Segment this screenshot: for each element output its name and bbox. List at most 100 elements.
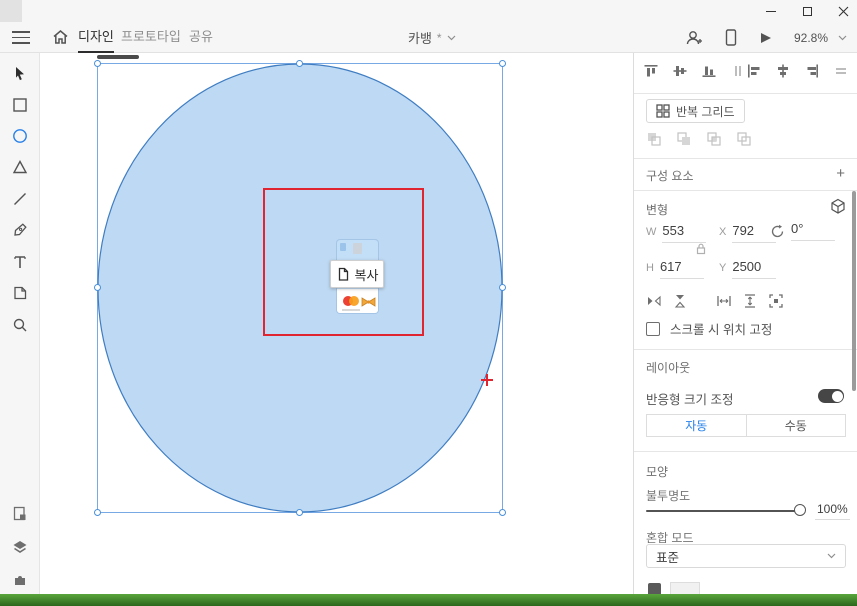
lock-aspect-ratio-button[interactable] bbox=[696, 243, 706, 255]
opacity-slider-track[interactable] bbox=[646, 510, 798, 512]
boolean-add-button[interactable] bbox=[646, 131, 663, 148]
artboard-tool[interactable] bbox=[12, 285, 28, 301]
3d-transform-button[interactable] bbox=[830, 198, 846, 215]
y-value[interactable]: 2500 bbox=[732, 259, 777, 279]
layers-panel-button[interactable] bbox=[12, 539, 28, 555]
width-field[interactable]: W 553 bbox=[646, 223, 707, 243]
align-top-button[interactable] bbox=[643, 63, 659, 79]
select-tool[interactable] bbox=[12, 66, 28, 82]
blend-mode-dropdown[interactable]: 표준 bbox=[646, 544, 846, 568]
segment-manual[interactable]: 수동 bbox=[745, 415, 845, 436]
mobile-device-icon bbox=[725, 29, 737, 46]
opacity-value[interactable]: 100% bbox=[815, 502, 850, 520]
segment-auto[interactable]: 자동 bbox=[647, 415, 746, 436]
rotate-icon bbox=[771, 224, 784, 237]
boolean-intersect-button[interactable] bbox=[706, 131, 723, 148]
fix-size-button[interactable] bbox=[768, 293, 784, 309]
design-canvas[interactable]: 복사 bbox=[40, 53, 633, 594]
zoom-level-control[interactable]: 92.8% bbox=[794, 31, 847, 45]
width-value[interactable]: 553 bbox=[662, 223, 707, 243]
preview-on-device-button[interactable] bbox=[725, 29, 737, 46]
fill-color-swatch-partial[interactable] bbox=[670, 582, 700, 594]
ellipse-icon bbox=[13, 129, 27, 143]
background-window-strip bbox=[0, 594, 857, 606]
assets-panel-button[interactable] bbox=[12, 506, 28, 522]
align-right-button[interactable] bbox=[804, 63, 820, 79]
panel-divider bbox=[634, 158, 857, 159]
rectangle-tool[interactable] bbox=[12, 97, 28, 113]
x-field[interactable]: X 792 bbox=[719, 223, 777, 243]
y-field[interactable]: Y 2500 bbox=[719, 259, 777, 279]
copy-drag-tooltip: 복사 bbox=[330, 260, 384, 288]
chevron-down-icon bbox=[447, 35, 456, 40]
flip-horizontal-button[interactable] bbox=[646, 293, 662, 309]
opacity-slider-knob[interactable] bbox=[794, 504, 806, 516]
horizontal-scrollbar-thumb[interactable] bbox=[97, 55, 139, 59]
flip-vertical-button[interactable] bbox=[672, 293, 688, 309]
responsive-constraint-buttons-group bbox=[716, 293, 784, 309]
line-icon bbox=[14, 193, 26, 205]
polygon-tool[interactable] bbox=[12, 159, 28, 175]
add-component-button[interactable]: + bbox=[836, 166, 845, 181]
fix-width-button[interactable] bbox=[716, 293, 732, 309]
ellipse-tool[interactable] bbox=[12, 128, 28, 144]
zoom-tool[interactable] bbox=[12, 317, 28, 333]
minimize-icon bbox=[766, 10, 776, 12]
pen-icon bbox=[14, 223, 27, 236]
resize-handle-top-left[interactable] bbox=[94, 60, 101, 67]
zoom-level-value: 92.8% bbox=[793, 30, 828, 45]
desktop-preview-button[interactable] bbox=[759, 31, 772, 45]
repeat-grid-label: 반복 그리드 bbox=[676, 104, 735, 119]
tab-share[interactable]: 공유 bbox=[189, 22, 213, 53]
resize-handle-bottom-middle[interactable] bbox=[296, 509, 303, 516]
resize-handle-bottom-right[interactable] bbox=[499, 509, 506, 516]
resize-handle-bottom-left[interactable] bbox=[94, 509, 101, 516]
tab-prototype[interactable]: 프로토타입 bbox=[121, 22, 181, 53]
minimize-button[interactable] bbox=[765, 5, 777, 17]
rotation-field[interactable]: 0° bbox=[770, 221, 835, 241]
top-toolbar: 디자인 프로토타입 공유 카뱅 * 92.8% bbox=[0, 22, 857, 53]
hamburger-menu-icon[interactable] bbox=[12, 31, 30, 44]
height-field[interactable]: H 617 bbox=[646, 259, 704, 279]
play-icon bbox=[760, 32, 771, 43]
height-value[interactable]: 617 bbox=[659, 259, 704, 279]
select-arrow-icon bbox=[16, 67, 24, 81]
distribute-vertical-button[interactable] bbox=[833, 63, 849, 79]
tab-design[interactable]: 디자인 bbox=[78, 22, 114, 53]
panel-divider bbox=[634, 190, 857, 191]
panel-scrollbar-thumb[interactable] bbox=[852, 191, 856, 391]
document-title[interactable]: 카뱅 * bbox=[408, 22, 456, 53]
text-tool[interactable] bbox=[12, 254, 28, 270]
resize-handle-top-middle[interactable] bbox=[296, 60, 303, 67]
text-icon bbox=[14, 256, 26, 268]
window-titlebar bbox=[0, 0, 857, 22]
pen-tool[interactable] bbox=[12, 222, 28, 238]
resize-handle-top-right[interactable] bbox=[499, 60, 506, 67]
maximize-button[interactable] bbox=[801, 5, 813, 17]
home-button[interactable] bbox=[52, 29, 69, 50]
repeat-grid-icon bbox=[656, 104, 670, 118]
close-button[interactable] bbox=[837, 5, 849, 17]
fix-height-button[interactable] bbox=[742, 293, 758, 309]
share-invite-button[interactable] bbox=[685, 30, 703, 46]
align-center-horizontal-button[interactable] bbox=[775, 63, 791, 79]
boolean-exclude-button[interactable] bbox=[736, 131, 753, 148]
align-middle-vertical-button[interactable] bbox=[672, 63, 688, 79]
boolean-subtract-button[interactable] bbox=[676, 131, 693, 148]
plugins-panel-button[interactable] bbox=[12, 571, 28, 587]
align-bottom-button[interactable] bbox=[701, 63, 717, 79]
align-left-button[interactable] bbox=[746, 63, 762, 79]
resize-handle-middle-right[interactable] bbox=[499, 284, 506, 291]
responsive-resize-toggle[interactable] bbox=[818, 389, 844, 403]
scroll-fix-checkbox[interactable] bbox=[646, 321, 660, 336]
fill-checkbox-partial[interactable] bbox=[648, 583, 661, 594]
repeat-grid-button[interactable]: 반복 그리드 bbox=[646, 99, 745, 123]
rotation-value[interactable]: 0° bbox=[791, 221, 835, 241]
distribute-horizontal-button[interactable] bbox=[730, 63, 746, 79]
line-tool[interactable] bbox=[12, 191, 28, 207]
responsive-resize-label: 반응형 크기 조정 bbox=[646, 393, 734, 407]
copy-icon bbox=[338, 267, 348, 281]
resize-handle-middle-left[interactable] bbox=[94, 284, 101, 291]
rectangle-icon bbox=[13, 98, 27, 112]
close-icon bbox=[838, 6, 848, 16]
